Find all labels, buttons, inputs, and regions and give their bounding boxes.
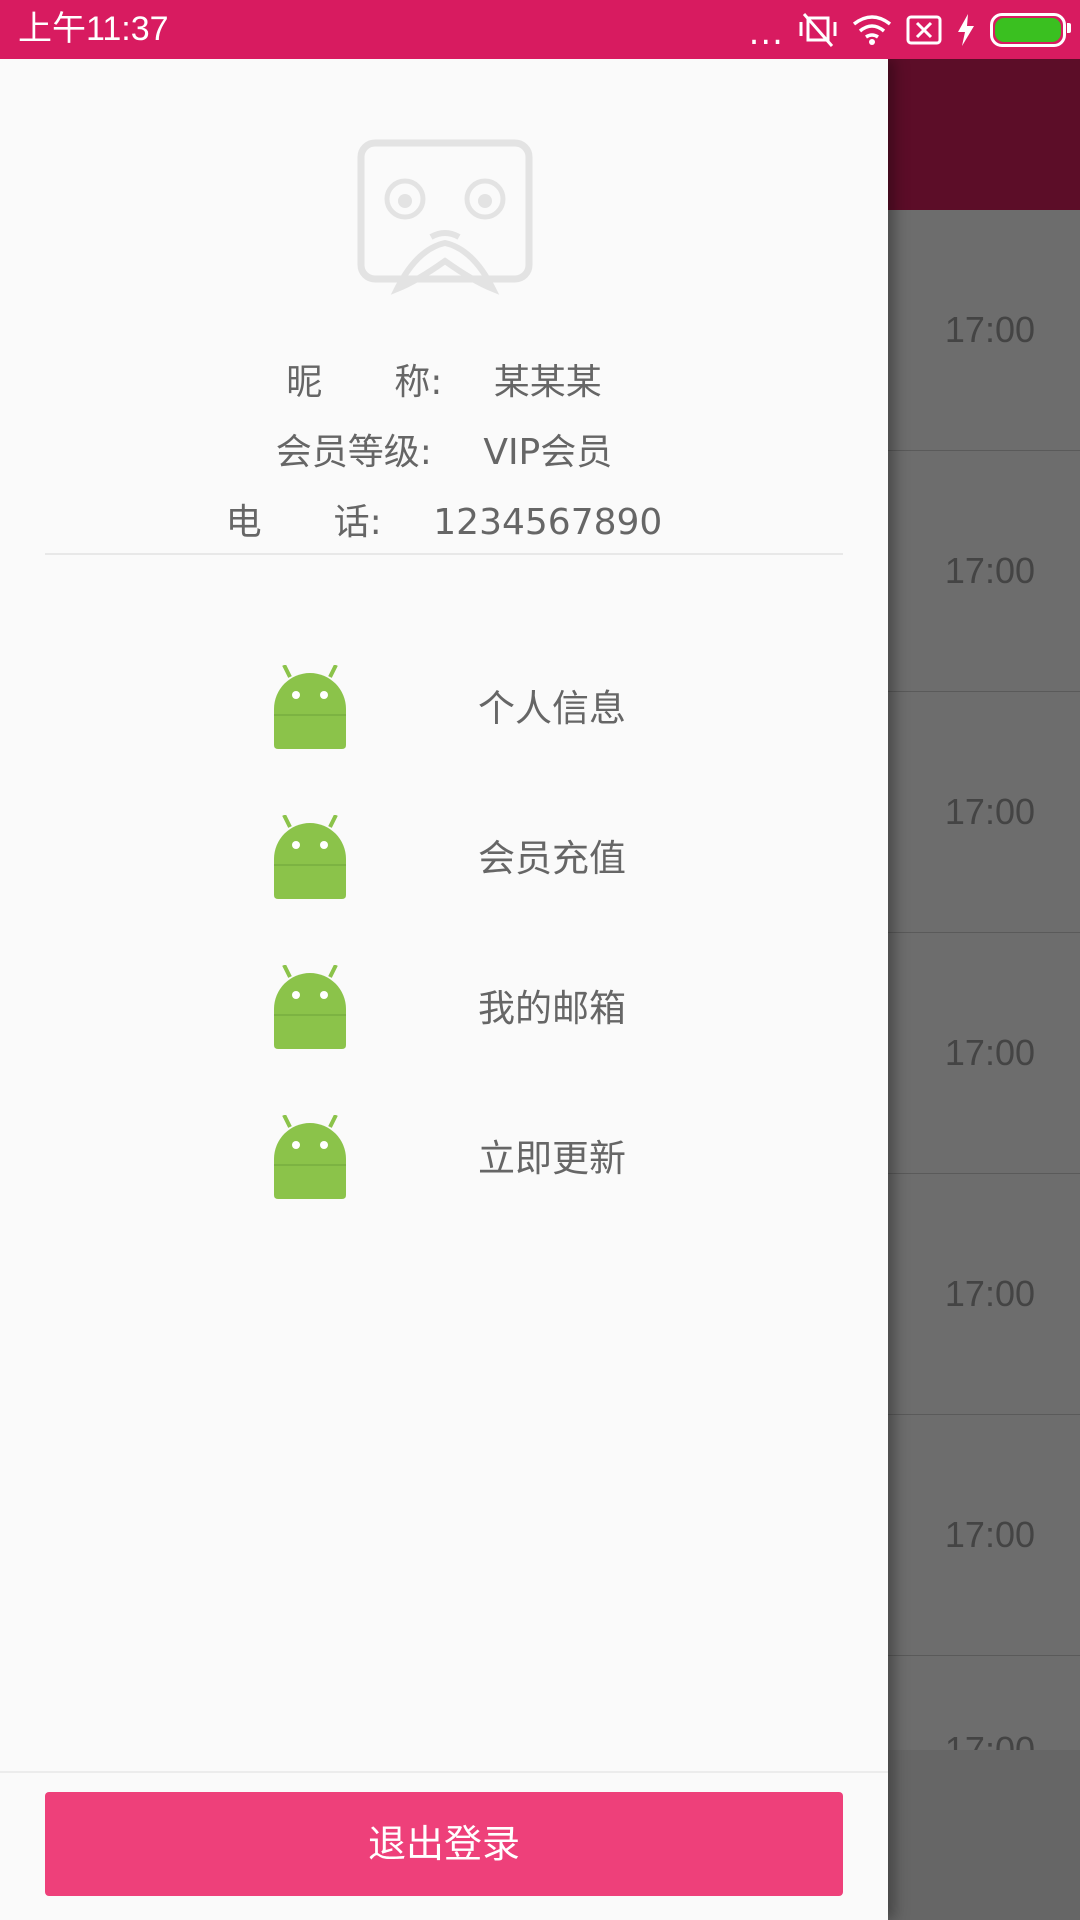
list-item[interactable]: 17:00 [888,451,1080,693]
list-item-time: 17:00 [944,1729,1035,1752]
list-item[interactable]: 17:00 [888,933,1080,1175]
android-icon [274,665,346,749]
menu-item-label: 会员充值 [478,837,626,880]
menu-item-label: 立即更新 [478,1137,626,1180]
wifi-icon [852,15,892,45]
android-icon [274,815,346,899]
list-item-time: 17:00 [944,1273,1035,1314]
menu-item-update-now[interactable]: 立即更新 [270,1115,690,1203]
status-time: 上午11:37 [18,10,169,48]
menu-item-personal-info[interactable]: 个人信息 [270,665,690,753]
list-item[interactable]: 17:00 [888,1174,1080,1416]
battery-icon [990,13,1071,47]
menu-item-label: 我的邮箱 [478,987,626,1030]
list-item-time: 17:00 [944,1514,1035,1555]
footer-divider [0,1771,888,1773]
list-item-time: 17:00 [944,1032,1035,1073]
list-item[interactable]: 17:00 [888,1656,1080,1752]
menu-item-my-mailbox[interactable]: 我的邮箱 [270,965,690,1053]
background-toolbar [888,59,1080,210]
list-item-time: 17:00 [944,309,1035,350]
level-value: VIP会员 [483,432,613,473]
more-notifications-icon: ... [748,13,784,53]
profile-phone-row: 电 话: 1234567890 [0,493,888,545]
no-sim-icon [906,15,942,45]
avatar-placeholder-icon[interactable] [357,139,533,315]
vibrate-off-icon [799,13,837,47]
list-item[interactable]: 17:00 [888,692,1080,934]
background-footer [888,1750,1080,1920]
phone-value: 1234567890 [433,502,663,543]
profile-nickname-row: 昵 称: 某某某 [0,353,888,405]
background-content: 17:00 17:00 17:00 17:00 17:00 17:00 17:0… [888,59,1080,1920]
android-icon [274,965,346,1049]
logout-button[interactable]: 退出登录 [45,1792,843,1896]
nickname-label: 昵 称: [286,362,443,403]
nickname-value: 某某某 [493,362,602,403]
level-label: 会员等级: [275,432,432,473]
profile-divider [45,553,843,555]
navigation-drawer: 昵 称: 某某某 会员等级: VIP会员 电 话: 1234567890 个人信… [0,59,888,1920]
phone-label: 电 话: [225,502,382,543]
status-bar: 上午11:37 ... [0,0,1080,59]
profile-level-row: 会员等级: VIP会员 [0,423,888,475]
list-item-time: 17:00 [944,791,1035,832]
menu-item-label: 个人信息 [478,687,626,730]
list-item[interactable]: 17:00 [888,210,1080,452]
android-icon [274,1115,346,1199]
list-item-time: 17:00 [944,550,1035,591]
charging-icon [958,14,974,46]
status-icons: ... [748,10,1071,53]
menu-item-membership-recharge[interactable]: 会员充值 [270,815,690,903]
list-item[interactable]: 17:00 [888,1415,1080,1657]
